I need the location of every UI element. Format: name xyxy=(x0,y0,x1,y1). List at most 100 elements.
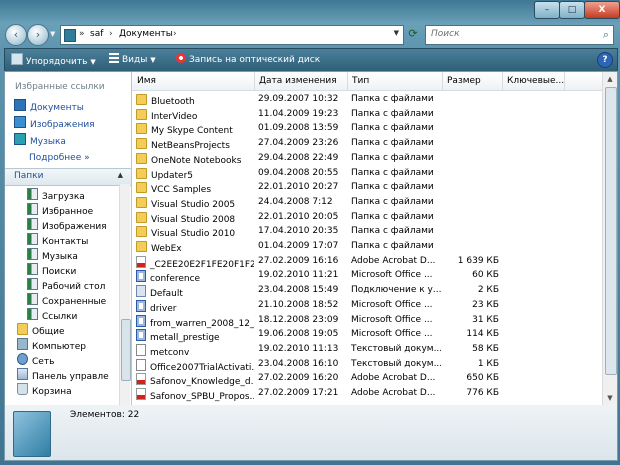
search-icon[interactable]: ⌕ xyxy=(603,28,609,42)
more-links-button[interactable]: Подробнее » xyxy=(29,153,90,163)
file-row[interactable]: Default 23.04.2008 15:49 Подключение к у..… xyxy=(132,283,602,299)
tree-item-searches[interactable]: Поиски xyxy=(27,263,76,277)
address-bar[interactable]: » saf › Документы › ▼ xyxy=(60,25,404,45)
column-header-type[interactable]: Тип xyxy=(352,76,369,86)
file-date: 23.04.2008 15:49 xyxy=(258,285,339,296)
scroll-up-icon[interactable]: ▲ xyxy=(603,72,617,86)
file-row[interactable]: VCC Samples 22.01.2010 20:27 Папка с файла… xyxy=(132,180,602,195)
file-row[interactable]: Visual Studio 2010 17.04.2010 20:35 Папка … xyxy=(132,224,602,239)
scrollbar-thumb[interactable] xyxy=(121,319,131,381)
column-divider[interactable] xyxy=(564,72,565,90)
address-dropdown-icon[interactable]: ▼ xyxy=(394,29,399,37)
folder-icon xyxy=(136,241,147,252)
navigation-scrollbar[interactable] xyxy=(119,184,131,405)
column-header-date[interactable]: Дата изменения xyxy=(259,76,337,86)
file-size: 1 639 КБ xyxy=(457,255,499,266)
scroll-down-icon[interactable]: ▼ xyxy=(603,391,617,405)
file-name-cell: Visual Studio 2008 xyxy=(136,211,254,225)
breadcrumb-documents[interactable]: Документы xyxy=(119,29,173,39)
file-row[interactable]: driver 21.10.2008 18:52 Microsoft Office .… xyxy=(132,298,602,314)
favorite-link-documents[interactable]: Документы xyxy=(14,99,84,113)
file-row[interactable]: OneNote Notebooks 29.04.2008 22:49 Папка с… xyxy=(132,151,602,166)
scrollbar-thumb[interactable] xyxy=(605,87,617,375)
tree-item-contacts[interactable]: Контакты xyxy=(27,233,88,247)
tree-item-music[interactable]: Музыка xyxy=(27,248,78,262)
breadcrumb-separator[interactable]: › xyxy=(173,29,177,39)
shortcut-icon xyxy=(136,285,146,298)
file-row[interactable]: metall_prestige 19.06.2008 19:05 Microsoft… xyxy=(132,327,602,343)
breadcrumb-overflow[interactable]: » xyxy=(79,29,85,39)
file-date: 18.12.2008 23:09 xyxy=(258,314,339,325)
column-header-name[interactable]: Имя xyxy=(137,76,156,86)
help-icon[interactable]: ? xyxy=(597,52,613,68)
tree-item-computer[interactable]: Компьютер xyxy=(17,338,86,352)
file-type: Папка с файлами xyxy=(351,226,434,237)
file-type: Microsoft Office ... xyxy=(351,270,433,281)
file-type: Adobe Acrobat D... xyxy=(351,255,436,266)
breadcrumb-separator[interactable]: › xyxy=(109,29,113,39)
explorer-content: Избранные ссылки Документы Изображения М… xyxy=(4,71,618,406)
tree-item-control-panel[interactable]: Панель управле xyxy=(17,368,109,382)
file-row[interactable]: NetBeansProjects 27.04.2009 23:26 Папка с … xyxy=(132,136,602,151)
tree-item-favorites[interactable]: Избранное xyxy=(27,203,93,217)
file-row[interactable]: Bluetooth 29.09.2007 10:32 Папка с файлами xyxy=(132,92,602,107)
search-input[interactable]: Поиск ⌕ xyxy=(425,25,614,45)
favorite-link-label: Изображения xyxy=(30,120,95,130)
views-button[interactable]: Виды ▼ xyxy=(109,53,156,65)
file-type: Microsoft Office ... xyxy=(351,314,433,325)
maximize-button[interactable]: □ xyxy=(559,1,585,19)
burn-disc-button[interactable]: Запись на оптический диск xyxy=(176,53,320,65)
tree-item-pictures[interactable]: Изображения xyxy=(27,218,107,232)
file-type: Microsoft Office ... xyxy=(351,299,433,310)
breadcrumb-saf[interactable]: saf xyxy=(90,29,103,39)
file-row[interactable]: Office2007TrialActivati... 23.04.2008 16:… xyxy=(132,357,602,373)
refresh-icon[interactable]: ⟳ xyxy=(405,26,421,42)
file-type: Папка с файлами xyxy=(351,94,434,104)
favorite-link-music[interactable]: Музыка xyxy=(14,133,66,147)
file-row[interactable]: _C2EE20E2F1FE20F1F2F...27.02.2009 16:16A… xyxy=(132,254,602,270)
tree-item-downloads[interactable]: Загрузка xyxy=(27,188,85,202)
documents-icon xyxy=(14,99,26,111)
file-row[interactable]: Visual Studio 2008 22.01.2010 20:05 Папка … xyxy=(132,210,602,225)
column-divider[interactable] xyxy=(502,72,503,90)
file-list-scrollbar[interactable]: ▲ ▼ xyxy=(602,72,617,405)
recent-pages-dropdown-icon[interactable]: ▼ xyxy=(50,30,55,38)
file-type: Папка с файлами xyxy=(351,211,434,222)
file-row[interactable]: Safonov_SPBU_Propos... 27.02.2009 17:21 Ad… xyxy=(132,386,602,402)
recycle-bin-icon xyxy=(17,383,28,395)
file-date: 27.02.2009 16:16 xyxy=(258,255,339,266)
file-name-cell: Updater5 xyxy=(136,167,254,181)
file-row[interactable]: WebEx 01.04.2009 17:07 Папка с файлами xyxy=(132,239,602,254)
column-divider[interactable] xyxy=(347,72,348,90)
file-row[interactable]: Safonov_Knowledge_d... 27.02.2009 16:20 Ad… xyxy=(132,371,602,387)
organize-button[interactable]: Упорядочить ▼ xyxy=(11,53,96,67)
file-row[interactable]: My Skype Content 01.09.2008 13:59 Папка с … xyxy=(132,121,602,136)
tree-item-public[interactable]: Общие xyxy=(17,323,65,337)
back-button[interactable]: ‹ xyxy=(5,24,27,46)
tree-item-recycle-bin[interactable]: Корзина xyxy=(17,383,72,397)
favorites-title: Избранные ссылки xyxy=(15,82,105,92)
file-row[interactable]: from_warren_2008_12_1818.12.2008 23:09Mi… xyxy=(132,313,602,329)
file-name: Updater5 xyxy=(151,170,194,181)
folders-header[interactable]: Папки ▲ xyxy=(5,168,131,186)
file-date: 01.04.2009 17:07 xyxy=(258,241,339,251)
file-row[interactable]: metconv 19.02.2010 11:13 Текстовый докум..… xyxy=(132,342,602,358)
close-button[interactable]: X xyxy=(584,1,620,19)
file-row[interactable]: Updater5 09.04.2008 20:55 Папка с файлами xyxy=(132,166,602,181)
tree-item-network[interactable]: Сеть xyxy=(17,353,54,367)
file-row[interactable]: Visual Studio 2005 24.04.2008 7:12 Папка с… xyxy=(132,195,602,210)
file-date: 24.04.2008 7:12 xyxy=(258,196,333,207)
forward-button[interactable]: › xyxy=(27,24,49,46)
tree-item-saved-games[interactable]: Сохраненные xyxy=(27,293,106,307)
tree-item-links[interactable]: Ссылки xyxy=(27,308,77,322)
column-divider[interactable] xyxy=(254,72,255,90)
file-row[interactable]: conference 19.02.2010 11:21 Microsoft Offi… xyxy=(132,268,602,284)
column-divider[interactable] xyxy=(442,72,443,90)
minimize-button[interactable]: – xyxy=(534,1,560,19)
burn-disc-label: Запись на оптический диск xyxy=(189,55,321,65)
favorite-link-pictures[interactable]: Изображения xyxy=(14,116,95,130)
column-header-size[interactable]: Размер xyxy=(447,76,481,86)
column-header-tags[interactable]: Ключевые... xyxy=(507,76,564,86)
file-row[interactable]: InterVideo 11.04.2009 19:23 Папка с файлам… xyxy=(132,107,602,122)
tree-item-desktop[interactable]: Рабочий стол xyxy=(27,278,105,292)
